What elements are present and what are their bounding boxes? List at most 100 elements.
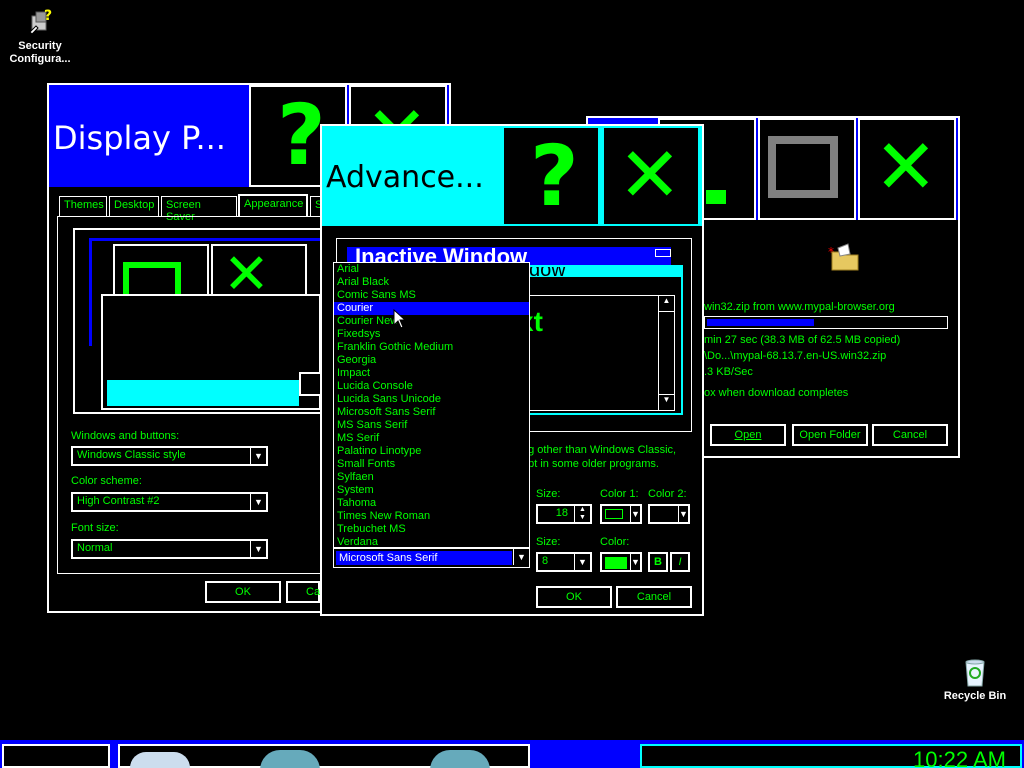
security-config-icon: ?: [24, 6, 56, 38]
font-option[interactable]: Palatino Linotype: [334, 445, 529, 458]
color1-swatch: [605, 509, 623, 519]
font-option[interactable]: Courier: [334, 302, 529, 315]
advanced-ok-button[interactable]: OK: [536, 586, 612, 608]
font-color-swatch: [605, 557, 627, 569]
preview-cyan-bar: [107, 380, 299, 406]
font-color-picker[interactable]: ▼: [600, 552, 642, 572]
font-option[interactable]: Sylfaen: [334, 471, 529, 484]
font-option[interactable]: Tahoma: [334, 497, 529, 510]
chevron-down-icon: ▼: [250, 494, 266, 510]
item-size-spinner[interactable]: 18 ▲ ▼: [536, 504, 592, 524]
chevron-down-icon: ▼: [678, 506, 688, 522]
desktop-icon-recycle-bin[interactable]: Recycle Bin: [935, 656, 1015, 703]
preview-inactive-buttons: [655, 249, 671, 257]
start-button[interactable]: [2, 744, 110, 768]
download-path-text: \Do...\mypal-68.13.7.en-US.win32.zip: [704, 350, 887, 362]
advanced-close-button[interactable]: ✕: [602, 126, 700, 226]
font-option[interactable]: Impact: [334, 367, 529, 380]
color-scheme-value: High Contrast #2: [77, 495, 160, 507]
advanced-cancel-button[interactable]: Cancel: [616, 586, 692, 608]
font-option[interactable]: Microsoft Sans Serif: [334, 406, 529, 419]
close-when-done-label[interactable]: ox when download completes: [704, 387, 848, 399]
color1-picker[interactable]: ▼: [600, 504, 642, 524]
color-scheme-select[interactable]: High Contrast #2 ▼: [71, 492, 268, 512]
font-size-value: 8: [542, 555, 549, 567]
font-option[interactable]: MS Serif: [334, 432, 529, 445]
color2-picker[interactable]: ▼: [648, 504, 690, 524]
font-option[interactable]: Trebuchet MS: [334, 523, 529, 536]
font-select-value: Microsoft Sans Serif: [336, 551, 512, 565]
font-option[interactable]: Georgia: [334, 354, 529, 367]
tab-appearance[interactable]: Appearance: [238, 194, 308, 216]
tab-desktop[interactable]: Desktop: [109, 196, 159, 216]
download-rate-text: .3 KB/Sec: [704, 366, 753, 378]
display-window-title: Display P...: [53, 119, 226, 157]
help-icon: ?: [530, 127, 579, 225]
svg-text:*: *: [828, 245, 834, 259]
item-size-label: Size:: [536, 488, 561, 500]
scroll-down-icon: ▼: [659, 394, 674, 410]
chevron-down-icon: ▼: [513, 549, 529, 565]
open-folder-button[interactable]: Open Folder: [792, 424, 868, 446]
font-option[interactable]: Comic Sans MS: [334, 289, 529, 302]
item-size-value: 18: [555, 507, 568, 519]
bold-button[interactable]: B: [648, 552, 668, 572]
windows-buttons-select[interactable]: Windows Classic style ▼: [71, 446, 268, 466]
display-ok-button[interactable]: OK: [205, 581, 281, 603]
svg-text:?: ?: [44, 8, 52, 24]
desktop-icon-security-config[interactable]: ? Security Configura...: [0, 6, 80, 66]
font-size-select[interactable]: 8 ▼: [536, 552, 592, 572]
tab-themes[interactable]: Themes: [59, 196, 107, 216]
chevron-down-icon: ▼: [574, 554, 590, 570]
windows-buttons-value: Windows Classic style: [77, 449, 186, 461]
font-option[interactable]: Franklin Gothic Medium: [334, 341, 529, 354]
chevron-down-icon: ▼: [630, 506, 640, 522]
font-option[interactable]: Arial: [334, 263, 529, 276]
font-size-label: Font size:: [71, 522, 119, 534]
browser-icon[interactable]: [260, 750, 320, 768]
font-size-label: Size:: [536, 536, 561, 548]
download-time-text: min 27 sec (38.3 MB of 62.5 MB copied): [704, 334, 901, 346]
font-option[interactable]: System: [334, 484, 529, 497]
font-option[interactable]: Verdana: [334, 536, 529, 549]
maximize-button[interactable]: [758, 118, 856, 220]
font-size-select[interactable]: Normal ▼: [71, 539, 268, 559]
font-option[interactable]: Lucida Sans Unicode: [334, 393, 529, 406]
download-cancel-button[interactable]: Cancel: [872, 424, 948, 446]
download-folder-icon: *: [828, 242, 862, 272]
advanced-help-button[interactable]: ?: [502, 126, 600, 226]
display-cancel-button[interactable]: Ca: [286, 581, 320, 603]
advanced-note-line-1: ng other than Windows Classic,: [522, 444, 677, 456]
taskbar-app-icon[interactable]: [130, 752, 190, 768]
scroll-up-icon: ▲: [659, 296, 674, 312]
desktop-icon-label: Security Configura...: [9, 40, 71, 65]
tab-screen-saver[interactable]: Screen Saver: [161, 196, 237, 223]
download-progress-fill: [707, 319, 814, 326]
font-option[interactable]: Arial Black: [334, 276, 529, 289]
close-button[interactable]: ✕: [858, 118, 956, 220]
maximize-icon: [768, 136, 838, 198]
font-color-label: Color:: [600, 536, 630, 548]
close-icon: ✕: [618, 130, 682, 219]
color1-label: Color 1:: [600, 488, 639, 500]
font-option[interactable]: Lucida Console: [334, 380, 529, 393]
font-option[interactable]: Small Fonts: [334, 458, 529, 471]
desktop-icon-label: Recycle Bin: [943, 690, 1007, 702]
chevron-down-icon: ▼: [250, 541, 266, 557]
recycle-bin-icon: [959, 656, 991, 688]
font-option[interactable]: MS Sans Serif: [334, 419, 529, 432]
appearance-preview: ✕: [73, 228, 325, 414]
font-option[interactable]: Times New Roman: [334, 510, 529, 523]
italic-button[interactable]: I: [670, 552, 690, 572]
font-select[interactable]: Microsoft Sans Serif ▼: [333, 548, 530, 568]
help-icon: ?: [277, 86, 326, 184]
download-source-text: win32.zip from www.mypal-browser.org: [704, 301, 895, 313]
advanced-note-line-2: ept in some older programs.: [522, 458, 659, 470]
font-dropdown-list[interactable]: Arial Arial Black Comic Sans MS Courier Cour…: [333, 262, 530, 548]
font-option[interactable]: Fixedsys: [334, 328, 529, 341]
font-option[interactable]: Courier New: [334, 315, 529, 328]
quick-launch: [118, 744, 530, 768]
browser-icon[interactable]: [430, 750, 490, 768]
clock[interactable]: 10:22 AM: [913, 750, 1006, 768]
open-button[interactable]: Open: [710, 424, 786, 446]
